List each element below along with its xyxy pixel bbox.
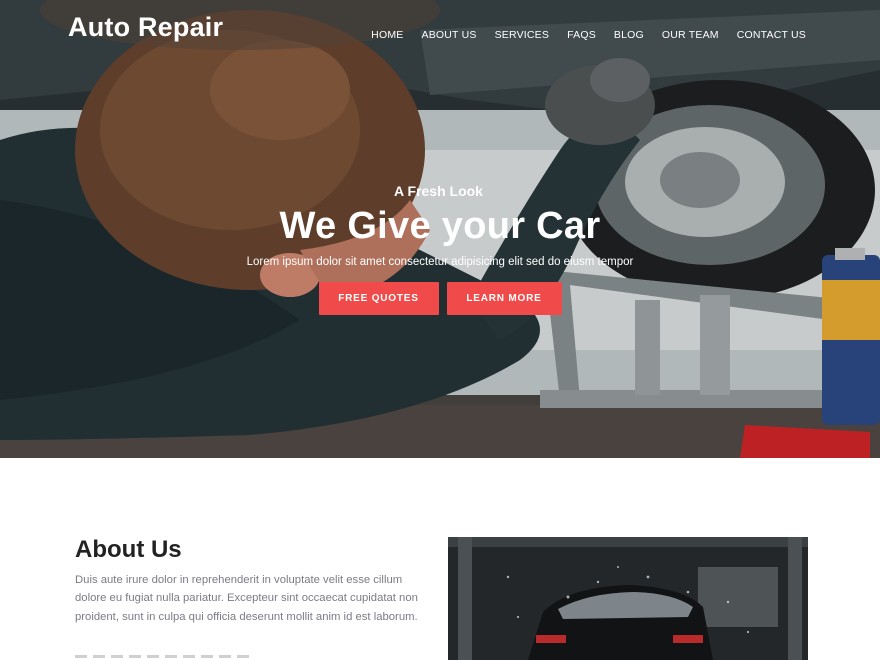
about-text: Duis aute irure dolor in reprehenderit i…	[75, 574, 418, 623]
nav-item-faqs[interactable]: FAQS	[567, 29, 596, 41]
site-logo[interactable]: Auto Repair	[68, 12, 223, 43]
hero-headline: We Give your Car	[279, 205, 601, 247]
main-nav: HOME ABOUT US SERVICES FAQS BLOG OUR TEA…	[353, 29, 806, 41]
learn-more-button[interactable]: LEARN MORE	[446, 282, 562, 315]
hero-content: A Fresh Look We Give your Car Lorem ipsu…	[0, 183, 880, 315]
about-image	[448, 537, 808, 660]
nav-item-services[interactable]: SERVICES	[495, 29, 550, 41]
about-title: About Us	[75, 536, 182, 563]
nav-item-blog[interactable]: BLOG	[614, 29, 644, 41]
nav-item-home[interactable]: HOME	[371, 29, 403, 41]
hero-subtitle: Lorem ipsum dolor sit amet consectetur a…	[246, 256, 634, 268]
car-wash-image	[448, 537, 808, 660]
hero-buttons: FREE QUOTES LEARN MORE	[0, 282, 880, 315]
hero-kicker: A Fresh Look	[394, 183, 483, 199]
nav-item-about-us[interactable]: ABOUT US	[421, 29, 476, 41]
nav-item-our-team[interactable]: OUR TEAM	[662, 29, 719, 41]
nav-item-contact-us[interactable]: CONTACT US	[737, 29, 806, 41]
hero-section: Auto Repair HOME ABOUT US SERVICES FAQS …	[0, 0, 880, 458]
about-section: About Us Duis aute irure dolor in repreh…	[0, 458, 880, 660]
about-more-text	[75, 651, 275, 660]
free-quotes-button[interactable]: FREE QUOTES	[318, 282, 439, 315]
